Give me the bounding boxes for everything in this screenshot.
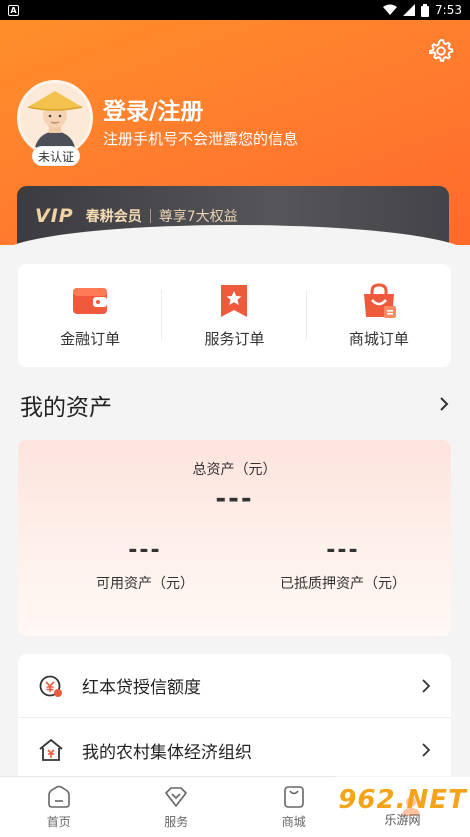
status-bar: A 7:53: [0, 0, 470, 20]
chevron-right-icon: [422, 678, 431, 693]
service-icon: [165, 787, 188, 807]
wifi-icon: [383, 4, 398, 15]
farmer-avatar-icon: [20, 83, 90, 153]
assets-title[interactable]: 我的资产: [20, 388, 112, 422]
vip-divider: [149, 209, 151, 223]
tab-service[interactable]: 服务: [118, 777, 236, 837]
avatar-container[interactable]: 未认证: [17, 80, 93, 166]
gear-icon[interactable]: [428, 38, 454, 64]
clock: 7:53: [435, 3, 462, 17]
mall-icon: [283, 786, 304, 808]
home-icon: [47, 785, 70, 808]
tab-mall-label: 商城: [281, 815, 306, 829]
list-item-collective[interactable]: 我的农村集体经济组织: [18, 718, 451, 782]
order-service[interactable]: 服务订单: [162, 264, 307, 367]
order-service-label: 服务订单: [204, 330, 265, 348]
tab-service-label: 服务: [164, 815, 189, 829]
star-bookmark-icon: [221, 285, 248, 317]
pledged-assets-value: ---: [326, 538, 360, 563]
credit-icon: [39, 675, 62, 697]
order-finance[interactable]: 金融订单: [18, 264, 163, 367]
chevron-right-icon[interactable]: [438, 396, 450, 412]
available-assets: --- 可用资产（元）: [65, 538, 225, 593]
app-notification-icon: A: [8, 4, 19, 16]
chevron-right-icon: [422, 743, 431, 757]
watermark-logo: 962.NET 乐游网: [335, 776, 470, 837]
tab-home-label: 首页: [46, 815, 71, 829]
list-item-credit[interactable]: 红本贷授信额度: [18, 654, 451, 718]
order-mall-label: 商城订单: [348, 330, 409, 348]
vip-name: 春耕会员: [85, 209, 142, 225]
list-item-collective-label: 我的农村集体经济组织: [82, 742, 252, 763]
watermark-sub: 乐游网: [384, 813, 421, 827]
pledged-assets: --- 已抵质押资产（元）: [263, 538, 423, 593]
orders-card: 金融订单 服务订单 商城订单: [18, 264, 451, 367]
signal-icon: [403, 4, 416, 16]
service-list: 红本贷授信额度 我的农村集体经济组织: [18, 654, 451, 784]
tab-home[interactable]: 首页: [0, 777, 118, 837]
total-assets-value: ---: [215, 484, 254, 514]
login-subtitle: 注册手机号不会泄露您的信息: [103, 130, 299, 148]
vip-benefit: 尊享7大权益: [158, 209, 238, 225]
order-mall[interactable]: 商城订单: [307, 264, 451, 367]
login-register-link[interactable]: 登录/注册: [103, 92, 203, 126]
house-icon: [39, 738, 63, 761]
pledged-assets-label: 已抵质押资产（元）: [280, 576, 406, 592]
shopping-bag-icon: [363, 283, 396, 318]
profile-header: 未认证 登录/注册 注册手机号不会泄露您的信息 VIP 春耕会员 尊享7大权益: [0, 20, 470, 246]
order-finance-label: 金融订单: [60, 330, 121, 348]
battery-icon: [421, 3, 430, 17]
list-item-credit-label: 红本贷授信额度: [82, 678, 201, 698]
available-assets-value: ---: [128, 538, 162, 563]
unverified-badge: 未认证: [32, 146, 80, 166]
total-assets-label: 总资产（元）: [192, 462, 277, 478]
avatar[interactable]: [17, 80, 93, 156]
assets-card: 总资产（元） --- --- 可用资产（元） --- 已抵质押资产（元）: [18, 440, 451, 636]
available-assets-label: 可用资产（元）: [96, 576, 194, 592]
vip-logo: VIP: [35, 205, 74, 227]
wallet-icon: [73, 288, 108, 314]
